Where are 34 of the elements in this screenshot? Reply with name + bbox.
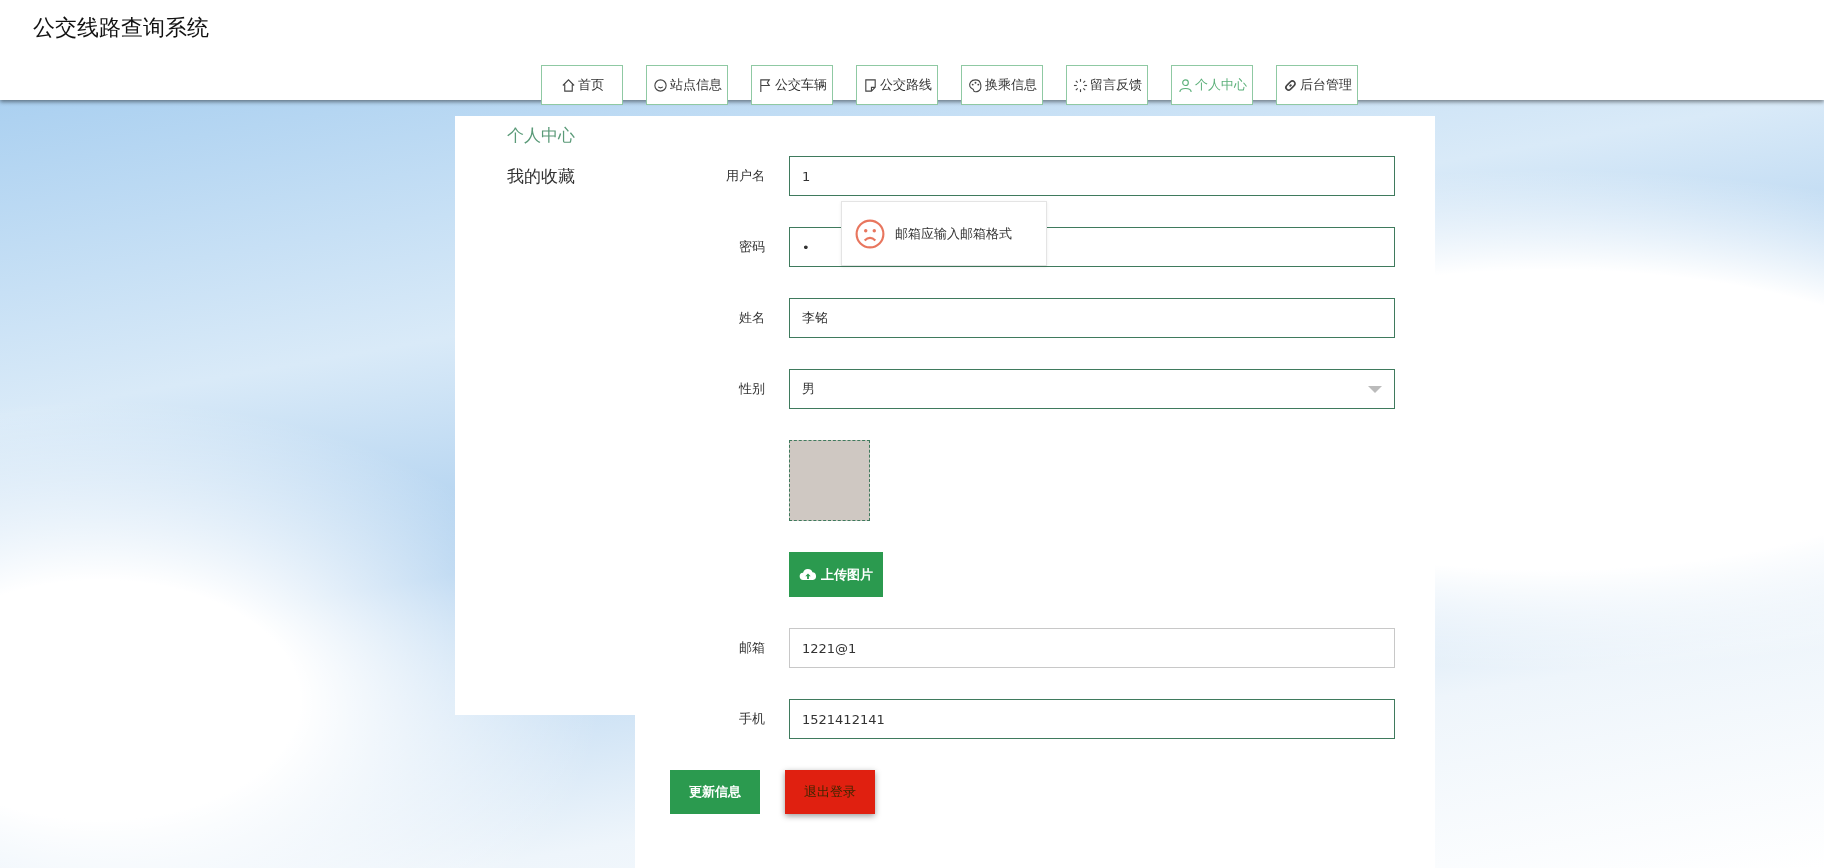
- house-icon: [560, 77, 576, 93]
- field-label: 密码: [739, 238, 765, 256]
- flag-icon: [757, 77, 773, 93]
- nav-tab[interactable]: 换乘信息: [961, 65, 1043, 105]
- input-field[interactable]: 1521412141: [789, 699, 1395, 739]
- select-field[interactable]: 男: [789, 369, 1395, 409]
- person-icon: [1177, 77, 1193, 93]
- nav-tab[interactable]: 公交车辆: [751, 65, 833, 105]
- smiley-icon: [652, 77, 668, 93]
- nav-tab[interactable]: 首页: [541, 65, 623, 105]
- palette-icon: [967, 77, 983, 93]
- tooltip-message: 邮箱应输入邮箱格式: [895, 224, 1012, 243]
- nav-tab[interactable]: 留言反馈: [1066, 65, 1148, 105]
- site-title: 公交线路查询系统: [32, 14, 209, 42]
- field-label: 用户名: [726, 167, 765, 185]
- input-field[interactable]: 1221@1: [789, 628, 1395, 668]
- update-button[interactable]: 更新信息: [670, 770, 760, 814]
- field-label: 邮箱: [739, 639, 765, 657]
- nav-tab[interactable]: 公交路线: [856, 65, 938, 105]
- link-icon: [1282, 77, 1298, 93]
- cloud-upload-icon: [799, 567, 817, 582]
- nav-tab[interactable]: 后台管理: [1276, 65, 1358, 105]
- sad-face-icon: [855, 218, 885, 249]
- input-field[interactable]: 李铭: [789, 298, 1395, 338]
- note-icon: [862, 77, 878, 93]
- nav-tab[interactable]: 站点信息: [646, 65, 728, 105]
- field-label: 手机: [739, 710, 765, 728]
- spinner-icon: [1072, 77, 1088, 93]
- input-field[interactable]: 1: [789, 156, 1395, 196]
- field-label: 姓名: [739, 309, 765, 327]
- caret-icon: [1368, 385, 1382, 393]
- field-label: 性别: [739, 380, 765, 398]
- sidebar-item[interactable]: 我的收藏: [507, 165, 575, 188]
- upload-button[interactable]: 上传图片: [789, 552, 883, 597]
